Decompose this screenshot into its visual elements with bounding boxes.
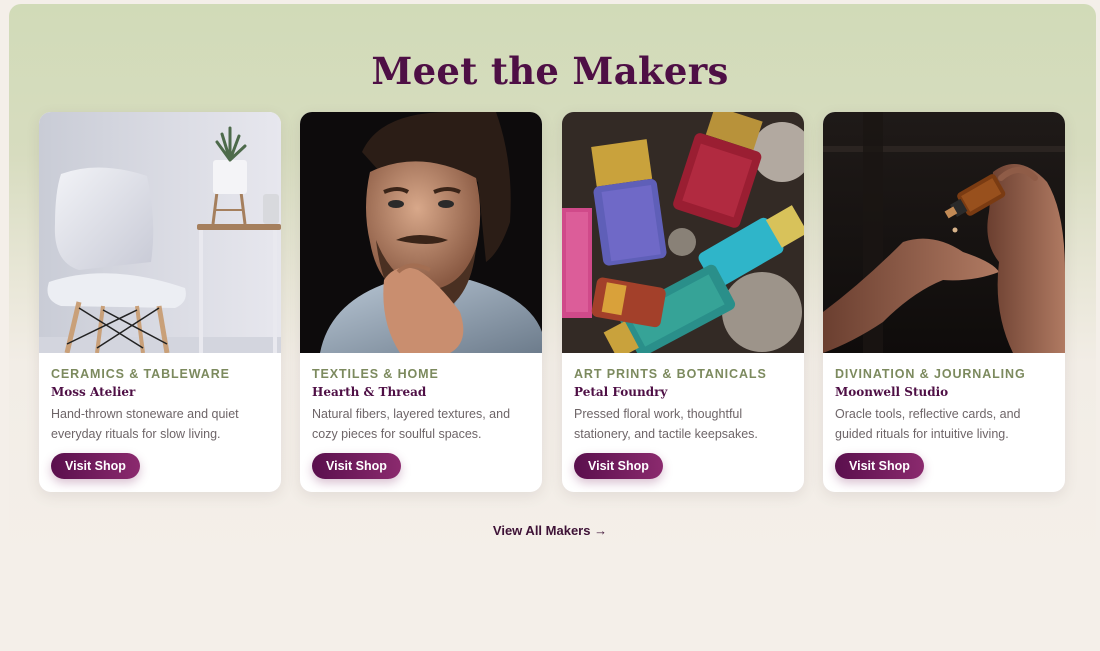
maker-card-petal-foundry: ART PRINTS & BOTANICALS Petal Foundry Pr…	[562, 112, 804, 492]
maker-description: Natural fibers, layered textures, and co…	[312, 407, 511, 441]
maker-name: Moss Atelier	[51, 385, 136, 399]
maker-name: Petal Foundry	[574, 385, 668, 399]
maker-category: DIVINATION & JOURNALING	[835, 367, 1026, 381]
maker-card-hearth-thread: TEXTILES & HOME Hearth & Thread Natural …	[300, 112, 542, 492]
maker-name: Hearth & Thread	[312, 385, 427, 399]
maker-image-brushes	[562, 112, 804, 353]
maker-image-chair	[39, 112, 281, 353]
dropper-bottle-photo	[823, 112, 1065, 353]
paint-brushes-photo	[562, 112, 804, 353]
section-title: Meet the Makers	[371, 49, 729, 93]
chair-photo	[39, 112, 281, 353]
maker-description: Hand-thrown stoneware and quiet everyday…	[51, 407, 239, 441]
visit-shop-button-petal-foundry[interactable]: Visit Shop	[574, 453, 663, 479]
maker-image-dropper	[823, 112, 1065, 353]
visit-shop-button-hearth-thread[interactable]: Visit Shop	[312, 453, 401, 479]
maker-image-portrait	[300, 112, 542, 353]
maker-card-moss-atelier: CERAMICS & TABLEWARE Moss Atelier Hand-t…	[39, 112, 281, 492]
maker-name: Moonwell Studio	[835, 385, 949, 399]
view-all-makers-link[interactable]: View All Makers →	[493, 523, 607, 538]
maker-card-moonwell-studio: DIVINATION & JOURNALING Moonwell Studio …	[823, 112, 1065, 492]
view-all-makers-container: View All Makers →	[0, 522, 1100, 540]
portrait-photo	[300, 112, 542, 353]
maker-category: TEXTILES & HOME	[312, 367, 439, 381]
maker-category: ART PRINTS & BOTANICALS	[574, 367, 767, 381]
maker-description: Oracle tools, reflective cards, and guid…	[835, 407, 1021, 441]
visit-shop-button-moonwell-studio[interactable]: Visit Shop	[835, 453, 924, 479]
maker-description: Pressed floral work, thoughtful statione…	[574, 407, 758, 441]
visit-shop-button-moss-atelier[interactable]: Visit Shop	[51, 453, 140, 479]
maker-category: CERAMICS & TABLEWARE	[51, 367, 230, 381]
